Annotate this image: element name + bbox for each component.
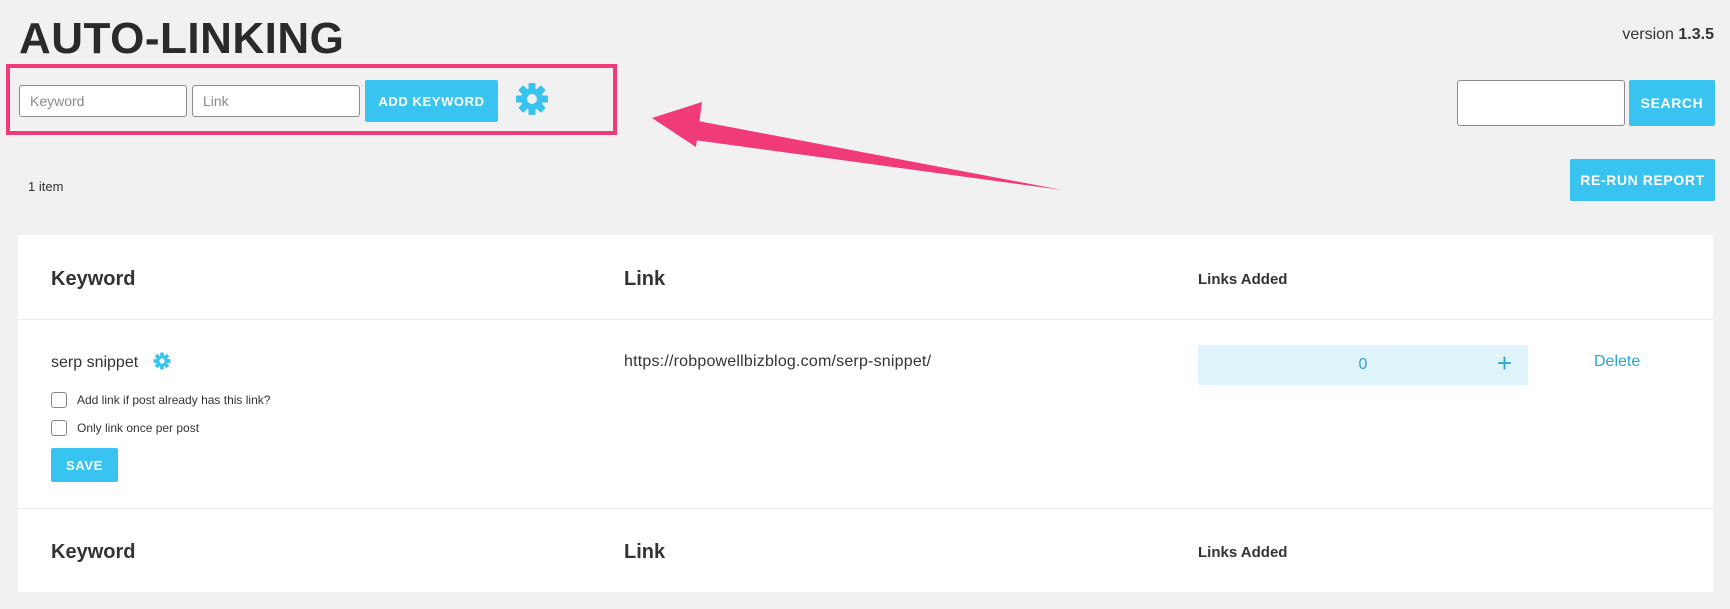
footer-header-links-added: Links Added <box>1198 544 1288 561</box>
rerun-report-button[interactable]: RE-RUN REPORT <box>1570 159 1715 201</box>
gear-icon[interactable] <box>153 352 171 375</box>
delete-link[interactable]: Delete <box>1594 353 1640 371</box>
header-divider <box>18 319 1713 320</box>
option-add-if-exists: Add link if post already has this link? <box>51 392 270 408</box>
search-input[interactable] <box>1457 80 1625 126</box>
footer-header-link: Link <box>624 541 666 563</box>
option-once-per-post: Only link once per post <box>51 420 199 436</box>
keywords-table: Keyword Link Links Added serp snippet Ad… <box>18 235 1713 592</box>
checkbox-add-if-exists[interactable] <box>51 392 67 408</box>
link-cell: https://robpowellbizblog.com/serp-snippe… <box>624 353 932 370</box>
links-added-value: 0 <box>1358 356 1368 373</box>
item-count: 1 item <box>28 179 64 194</box>
checkbox-once-per-post[interactable] <box>51 420 67 436</box>
column-header-link: Link <box>624 268 666 290</box>
checkbox-label: Only link once per post <box>77 421 200 435</box>
column-header-links-added: Links Added <box>1198 271 1288 288</box>
keyword-cell: serp snippet <box>51 352 171 375</box>
column-header-keyword: Keyword <box>51 268 136 290</box>
links-added-counter: 0 + <box>1198 345 1528 385</box>
keyword-text: serp snippet <box>51 354 139 371</box>
checkbox-label: Add link if post already has this link? <box>77 393 271 407</box>
footer-header-keyword: Keyword <box>51 541 136 563</box>
search-button[interactable]: SEARCH <box>1629 80 1715 126</box>
save-button[interactable]: SAVE <box>51 448 118 482</box>
footer-divider <box>18 508 1713 509</box>
plus-icon[interactable]: + <box>1497 348 1512 379</box>
